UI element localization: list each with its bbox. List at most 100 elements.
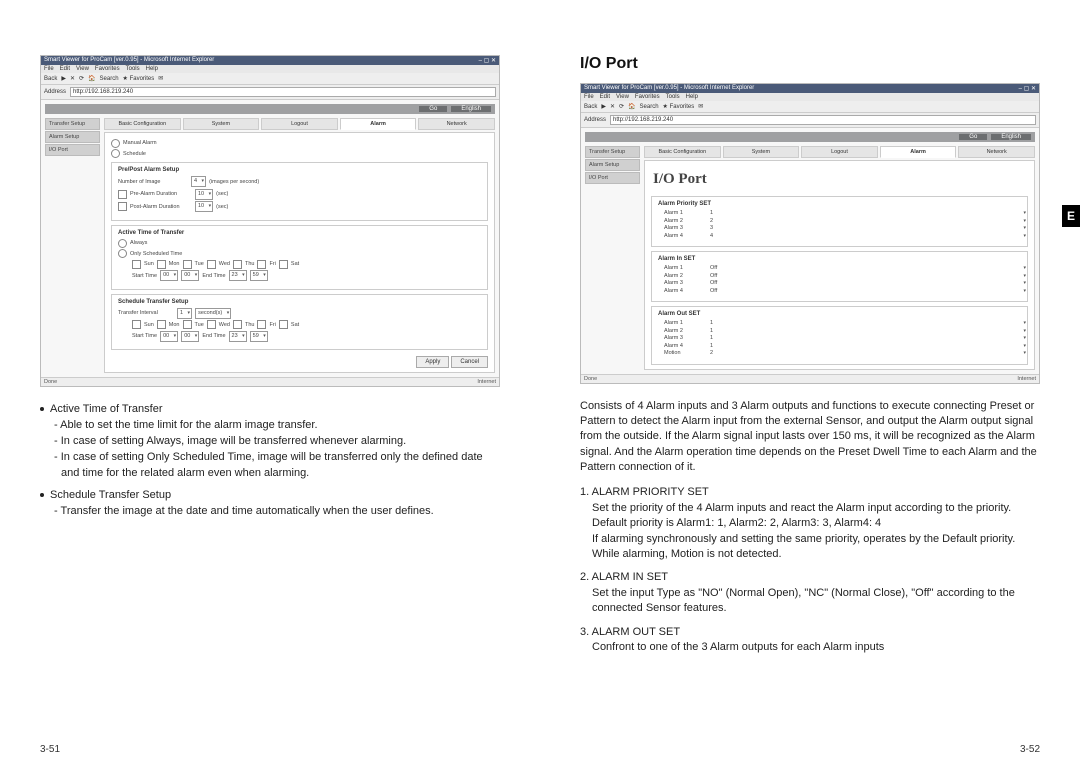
r-menu-file[interactable]: File <box>584 94 594 100</box>
r-tab-system[interactable]: System <box>723 146 800 158</box>
lang-select[interactable]: English <box>451 106 491 112</box>
in-a3-val[interactable]: Off <box>710 280 760 286</box>
sday-sun[interactable] <box>132 320 141 329</box>
sday-mon[interactable] <box>157 320 166 329</box>
s-start-m[interactable]: 00 <box>181 331 199 342</box>
in-a2-val[interactable]: Off <box>710 273 760 279</box>
page-left: Smart Viewer for ProCam [ver.0.95] - Mic… <box>0 0 540 765</box>
post-alarm-val[interactable]: 10 <box>195 201 213 212</box>
day-wed[interactable] <box>207 260 216 269</box>
tab-alarm[interactable]: Alarm <box>340 118 417 130</box>
num-image-select[interactable]: 4 <box>191 176 206 187</box>
end-m[interactable]: 59 <box>250 270 268 281</box>
fwd-button[interactable]: ▶ <box>61 75 66 82</box>
go-button[interactable]: Go <box>419 106 447 112</box>
radio-schedule[interactable] <box>111 149 120 158</box>
r-tab-logout[interactable]: Logout <box>801 146 878 158</box>
r-menu-tools[interactable]: Tools <box>666 94 680 100</box>
menu-favorites[interactable]: Favorites <box>95 66 120 72</box>
r-sidebar-alarm[interactable]: Alarm Setup <box>585 159 640 171</box>
out-a1-val[interactable]: 1 <box>710 320 760 326</box>
r-go-button[interactable]: Go <box>959 134 987 140</box>
radio-only-scheduled[interactable] <box>118 249 127 258</box>
refresh-button[interactable]: ⟳ <box>79 75 84 82</box>
sday-wed[interactable] <box>207 320 216 329</box>
menu-help[interactable]: Help <box>146 66 158 72</box>
r-search[interactable]: Search <box>640 104 659 110</box>
day-tue[interactable] <box>183 260 192 269</box>
day-sat[interactable] <box>279 260 288 269</box>
mail-button[interactable]: ✉ <box>158 75 163 82</box>
out-a4-val[interactable]: 1 <box>710 343 760 349</box>
start-m[interactable]: 00 <box>181 270 199 281</box>
apply-button[interactable]: Apply <box>416 356 449 368</box>
tab-network[interactable]: Network <box>418 118 495 130</box>
pri-a4-val[interactable]: 4 <box>710 233 760 239</box>
r-sidebar-io[interactable]: I/O Port <box>585 172 640 184</box>
search-button[interactable]: Search <box>100 76 119 82</box>
sidebar-io-port[interactable]: I/O Port <box>45 144 100 156</box>
sidebar-transfer-setup[interactable]: Transfer Setup <box>45 118 100 130</box>
r-address-input[interactable]: http://192.168.219.240 <box>610 115 1036 125</box>
home-button[interactable]: 🏠 <box>88 75 95 82</box>
sidebar-alarm-setup[interactable]: Alarm Setup <box>45 131 100 143</box>
r-fwd[interactable]: ▶ <box>601 103 606 110</box>
sday-thu[interactable] <box>233 320 242 329</box>
r-fav[interactable]: ★ Favorites <box>663 103 695 110</box>
radio-manual[interactable] <box>111 139 120 148</box>
r-menu-edit[interactable]: Edit <box>600 94 610 100</box>
r-tab-basic[interactable]: Basic Configuration <box>644 146 721 158</box>
stop-button[interactable]: ✕ <box>70 75 75 82</box>
end-h[interactable]: 23 <box>229 270 247 281</box>
cancel-button[interactable]: Cancel <box>451 356 488 368</box>
menu-tools[interactable]: Tools <box>126 66 140 72</box>
r-home[interactable]: 🏠 <box>628 103 635 110</box>
tab-basic[interactable]: Basic Configuration <box>104 118 181 130</box>
r-menu-view[interactable]: View <box>616 94 629 100</box>
in-a4-val[interactable]: Off <box>710 288 760 294</box>
r-tab-network[interactable]: Network <box>958 146 1035 158</box>
pri-a2-val[interactable]: 2 <box>710 218 760 224</box>
in-a1-val[interactable]: Off <box>710 265 760 271</box>
day-thu[interactable] <box>233 260 242 269</box>
s-end-m[interactable]: 59 <box>250 331 268 342</box>
favorites-button[interactable]: ★ Favorites <box>123 75 155 82</box>
r-lang-select[interactable]: English <box>991 134 1031 140</box>
s-end-h[interactable]: 23 <box>229 331 247 342</box>
r-refresh[interactable]: ⟳ <box>619 103 624 110</box>
pri-a3-val[interactable]: 3 <box>710 225 760 231</box>
ie-titlebar-r: Smart Viewer for ProCam [ver.0.95] - Mic… <box>581 84 1039 93</box>
out-a2-val[interactable]: 1 <box>710 328 760 334</box>
r-tab-alarm[interactable]: Alarm <box>880 146 957 158</box>
day-fri[interactable] <box>257 260 266 269</box>
pri-a1-val[interactable]: 1 <box>710 210 760 216</box>
r-sidebar-transfer[interactable]: Transfer Setup <box>585 146 640 158</box>
day-sun[interactable] <box>132 260 141 269</box>
r-back[interactable]: Back <box>584 104 597 110</box>
tab-logout[interactable]: Logout <box>261 118 338 130</box>
start-h[interactable]: 00 <box>160 270 178 281</box>
post-alarm-check[interactable] <box>118 202 127 211</box>
pre-alarm-val[interactable]: 10 <box>195 189 213 200</box>
r-stop[interactable]: ✕ <box>610 103 615 110</box>
menu-view[interactable]: View <box>76 66 89 72</box>
sday-tue[interactable] <box>183 320 192 329</box>
r-mail[interactable]: ✉ <box>698 103 703 110</box>
back-button[interactable]: Back <box>44 76 57 82</box>
r-menu-fav[interactable]: Favorites <box>635 94 660 100</box>
sday-sat[interactable] <box>279 320 288 329</box>
out-a3-val[interactable]: 1 <box>710 335 760 341</box>
interval-val[interactable]: 1 <box>177 308 192 319</box>
out-motion-val[interactable]: 2 <box>710 350 760 356</box>
pre-alarm-check[interactable] <box>118 190 127 199</box>
sday-fri[interactable] <box>257 320 266 329</box>
interval-unit[interactable]: second(s) <box>195 308 231 319</box>
s-start-h[interactable]: 00 <box>160 331 178 342</box>
r-menu-help[interactable]: Help <box>686 94 698 100</box>
menu-file[interactable]: File <box>44 66 54 72</box>
radio-always[interactable] <box>118 239 127 248</box>
tab-system[interactable]: System <box>183 118 260 130</box>
address-input[interactable]: http://192.168.219.240 <box>70 87 496 97</box>
menu-edit[interactable]: Edit <box>60 66 70 72</box>
day-mon[interactable] <box>157 260 166 269</box>
